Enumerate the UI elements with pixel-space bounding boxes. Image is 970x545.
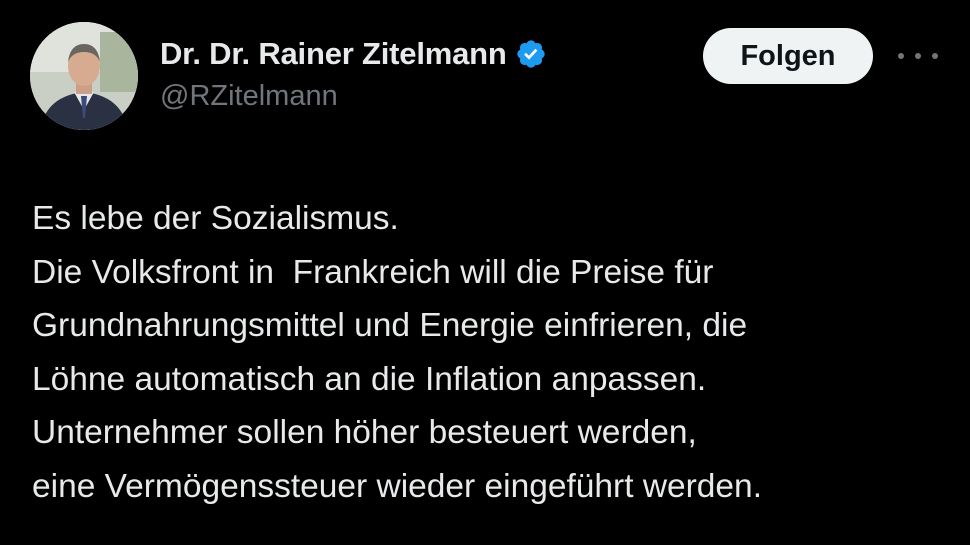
follow-button[interactable]: Folgen	[703, 28, 873, 84]
tweet-text: Es lebe der Sozialismus. Die Volksfront …	[32, 192, 952, 513]
more-dot	[915, 53, 921, 59]
more-dot	[898, 53, 904, 59]
more-dot	[932, 53, 938, 59]
verified-badge-icon[interactable]	[515, 38, 547, 70]
more-options-icon[interactable]	[898, 44, 938, 68]
tweet-line: Es lebe der Sozialismus.	[32, 200, 399, 237]
author-avatar[interactable]	[30, 22, 138, 130]
tweet-line: Unternehmer sollen höher besteuert werde…	[32, 414, 697, 451]
tweet-line: Die Volksfront in Frankreich will die Pr…	[32, 253, 714, 291]
tweet-line: eine Vermögenssteuer wieder eingeführt w…	[32, 467, 762, 505]
author-display-name[interactable]: Dr. Dr. Rainer Zitelmann	[160, 36, 507, 72]
tweet-line: Löhne automatisch an die Inflation anpas…	[32, 360, 707, 398]
tweet-line: Grundnahrungsmittel und Energie einfrier…	[32, 307, 748, 344]
tweet-card: Dr. Dr. Rainer Zitelmann @RZitelmann Fol…	[0, 0, 970, 545]
author-handle[interactable]: @RZitelmann	[160, 80, 338, 113]
avatar-photo-icon	[30, 22, 138, 130]
author-name-row: Dr. Dr. Rainer Zitelmann	[160, 32, 547, 76]
